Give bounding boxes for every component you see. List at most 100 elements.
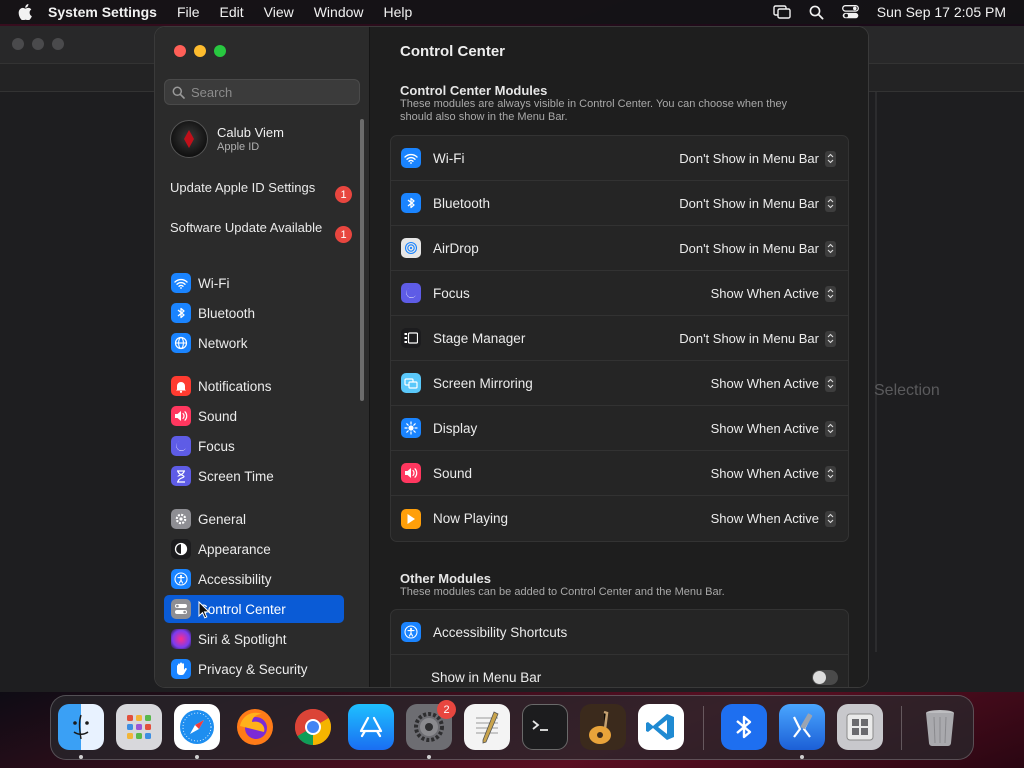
module-row-accessibility-shortcuts: Accessibility Shortcuts	[391, 610, 848, 655]
sidebar-item-privacy-security[interactable]: Privacy & Security	[164, 655, 344, 683]
sidebar-item-network[interactable]: Network	[164, 329, 344, 357]
software-update-notice[interactable]: Software Update Available 1	[170, 220, 352, 243]
garageband-icon[interactable]	[580, 704, 626, 750]
module-row-bluetooth: Bluetooth Don't Show in Menu Bar	[391, 181, 848, 226]
control-center-menu-icon[interactable]	[841, 5, 859, 19]
sidebar-item-accessibility[interactable]: Accessibility	[164, 565, 344, 593]
apple-id-account[interactable]: Calub Viem Apple ID	[170, 120, 284, 158]
app-store-icon[interactable]	[348, 704, 394, 750]
module-row-stage-manager: Stage Manager Don't Show in Menu Bar	[391, 316, 848, 361]
up-down-chevron-icon	[825, 465, 836, 482]
update-apple-id-notice[interactable]: Update Apple ID Settings 1	[170, 180, 352, 203]
bg-minimize-icon	[32, 38, 44, 50]
sidebar-item-control-center[interactable]: Control Center	[164, 595, 344, 623]
modules-section-description: These modules are always visible in Cont…	[400, 98, 788, 123]
airdrop-icon	[401, 238, 421, 258]
sidebar-item-label: Wi-Fi	[198, 275, 230, 291]
up-down-chevron-icon	[825, 240, 836, 257]
up-down-chevron-icon	[825, 195, 836, 212]
firefox-icon[interactable]	[232, 704, 278, 750]
zoom-window-button[interactable]	[214, 45, 226, 57]
module-visibility-select[interactable]: Don't Show in Menu Bar	[679, 181, 836, 226]
module-visibility-select[interactable]: Show When Active	[711, 361, 836, 406]
accessibility-icon	[171, 569, 191, 589]
sidebar-item-wifi[interactable]: Wi-Fi	[164, 269, 344, 297]
safari-icon[interactable]	[174, 704, 220, 750]
modules-list: Wi-Fi Don't Show in Menu Bar Bluetooth D…	[390, 135, 849, 542]
system-settings-running-dot	[427, 755, 431, 759]
finder-icon[interactable]	[58, 704, 104, 750]
module-row-sound: Sound Show When Active	[391, 451, 848, 496]
sidebar-item-bluetooth[interactable]: Bluetooth	[164, 299, 344, 327]
sidebar-item-screen-time[interactable]: Screen Time	[164, 462, 344, 490]
hand-icon	[171, 659, 191, 679]
module-visibility-select[interactable]: Don't Show in Menu Bar	[679, 226, 836, 271]
sidebar-item-siri-spotlight[interactable]: Siri & Spotlight	[164, 625, 344, 653]
sidebar-scrollbar[interactable]	[360, 119, 364, 401]
sidebar-item-notifications[interactable]: Notifications	[164, 372, 344, 400]
module-label: Stage Manager	[433, 330, 526, 346]
menu-view[interactable]: View	[264, 4, 294, 20]
sidebar-item-general[interactable]: General	[164, 505, 344, 533]
content-pane: Control Center Control Center Modules Th…	[370, 27, 868, 687]
background-divider	[875, 92, 877, 652]
spotlight-search-icon[interactable]	[809, 5, 824, 20]
trash-icon[interactable]	[917, 704, 963, 750]
sun-icon	[401, 418, 421, 438]
terminal-icon[interactable]	[522, 704, 568, 750]
screen-mirroring-status-icon[interactable]	[773, 5, 791, 19]
system-settings-badge: 2	[437, 700, 456, 719]
module-visibility-select[interactable]: Show When Active	[711, 451, 836, 496]
bell-icon	[171, 376, 191, 396]
show-in-menu-bar-toggle[interactable]	[812, 670, 838, 685]
sidebar-item-focus[interactable]: Focus	[164, 432, 344, 460]
module-label: AirDrop	[433, 240, 479, 256]
moon-icon	[171, 436, 191, 456]
launchpad-icon[interactable]	[116, 704, 162, 750]
sidebar-item-appearance[interactable]: Appearance	[164, 535, 344, 563]
textedit-icon[interactable]	[464, 704, 510, 750]
bluetooth-icon	[171, 303, 191, 323]
page-title: Control Center	[400, 43, 505, 60]
module-visibility-select[interactable]: Don't Show in Menu Bar	[679, 136, 836, 181]
module-value: Don't Show in Menu Bar	[679, 331, 819, 346]
module-label: Sound	[433, 465, 473, 481]
module-row-now-playing: Now Playing Show When Active	[391, 496, 848, 541]
menu-clock[interactable]: Sun Sep 17 2:05 PM	[877, 4, 1006, 20]
menu-window[interactable]: Window	[314, 4, 364, 20]
play-icon	[401, 508, 421, 529]
menu-edit[interactable]: Edit	[220, 4, 244, 20]
menu-app-name[interactable]: System Settings	[48, 4, 157, 20]
module-visibility-select[interactable]: Show When Active	[711, 271, 836, 316]
module-visibility-select[interactable]: Show When Active	[711, 496, 836, 541]
dock-separator	[901, 706, 902, 750]
search-input[interactable]: Search	[164, 79, 360, 105]
bg-zoom-icon	[52, 38, 64, 50]
boot-camp-icon[interactable]	[837, 704, 883, 750]
hourglass-icon	[171, 466, 191, 486]
xcode-icon[interactable]	[779, 704, 825, 750]
vscode-icon[interactable]	[638, 704, 684, 750]
module-value: Show When Active	[710, 286, 819, 301]
module-row-focus: Focus Show When Active	[391, 271, 848, 316]
module-row-wifi: Wi-Fi Don't Show in Menu Bar	[391, 136, 848, 181]
module-visibility-select[interactable]: Don't Show in Menu Bar	[679, 316, 836, 361]
module-value: Don't Show in Menu Bar	[679, 196, 819, 211]
sidebar-item-sound[interactable]: Sound	[164, 402, 344, 430]
close-window-button[interactable]	[174, 45, 186, 57]
up-down-chevron-icon	[825, 375, 836, 392]
chrome-icon[interactable]	[290, 704, 336, 750]
up-down-chevron-icon	[825, 330, 836, 347]
module-label: Display	[433, 420, 478, 436]
minimize-window-button[interactable]	[194, 45, 206, 57]
speaker-icon	[171, 406, 191, 426]
menu-help[interactable]: Help	[384, 4, 413, 20]
appearance-icon	[171, 539, 191, 559]
bluetooth-file-exchange-icon[interactable]	[721, 704, 767, 750]
screen-mirroring-icon	[401, 373, 421, 393]
module-visibility-select[interactable]: Show When Active	[711, 406, 836, 451]
module-value: Don't Show in Menu Bar	[679, 151, 819, 166]
search-placeholder: Search	[191, 84, 233, 100]
menu-file[interactable]: File	[177, 4, 200, 20]
apple-menu-icon[interactable]	[18, 4, 34, 20]
